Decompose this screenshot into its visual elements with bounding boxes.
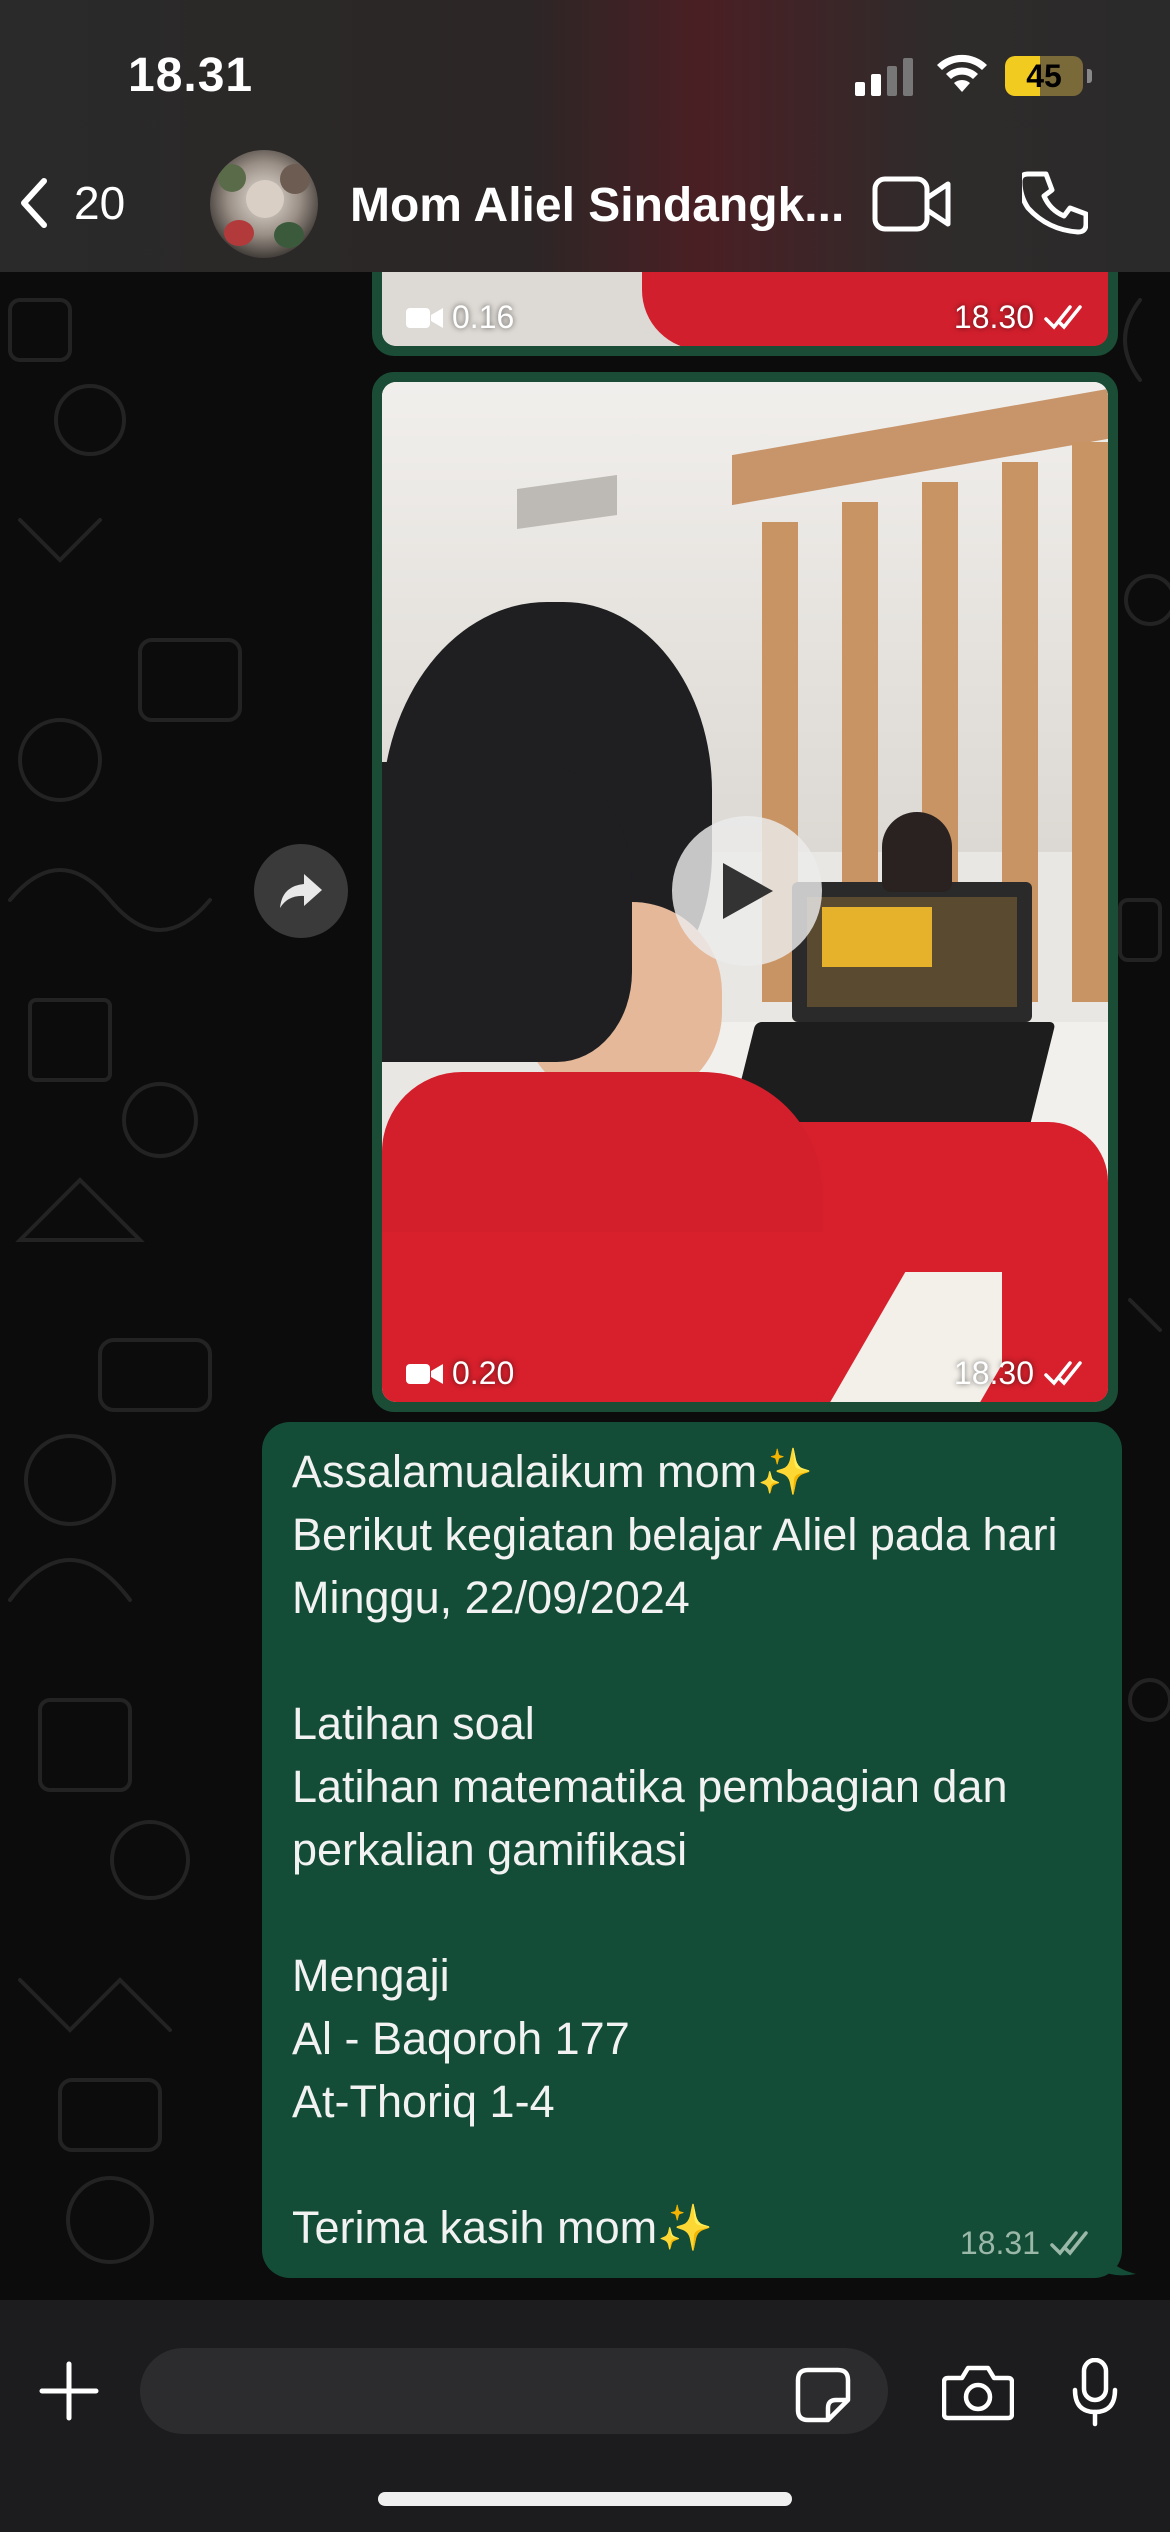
- message-time-text: 18.31: [959, 2225, 1040, 2261]
- contact-avatar[interactable]: [210, 150, 318, 258]
- microphone-icon[interactable]: [1072, 2358, 1118, 2428]
- bubble-tail: [1100, 2240, 1136, 2276]
- forward-icon: [280, 874, 322, 908]
- video-duration-1: 0.16: [406, 299, 514, 336]
- video-camera-icon: [406, 1363, 443, 1384]
- message-body: Assalamualaikum mom✨ Berikut kegiatan be…: [292, 1446, 1058, 2253]
- back-button[interactable]: 20: [20, 168, 170, 238]
- thumbnail-region: [382, 1072, 822, 1232]
- video-camera-icon: [406, 307, 443, 328]
- video-time-text: 18.30: [953, 1355, 1034, 1391]
- thumbnail-region: [1072, 442, 1108, 1002]
- wifi-icon: [937, 54, 987, 92]
- battery-level: 45: [1026, 58, 1062, 94]
- back-chevron-icon: [21, 178, 47, 228]
- forward-button[interactable]: [254, 844, 348, 938]
- unread-count: 20: [74, 177, 126, 229]
- message-timestamp: 18.31: [960, 2225, 1094, 2262]
- video-duration-text: 0.16: [452, 299, 515, 335]
- message-input[interactable]: [140, 2348, 888, 2434]
- play-icon: [723, 863, 773, 919]
- double-check-icon: [1050, 2230, 1088, 2256]
- video-timestamp-1: 18.30: [954, 299, 1088, 336]
- camera-icon[interactable]: [942, 2364, 1014, 2422]
- video-timestamp-2: 18.30: [954, 1355, 1088, 1392]
- play-button[interactable]: [672, 816, 822, 966]
- video-call-icon[interactable]: [872, 176, 952, 232]
- battery-indicator: 45: [1005, 56, 1083, 96]
- video-duration-2: 0.20: [406, 1355, 514, 1392]
- phone-icon[interactable]: [1022, 170, 1088, 236]
- thumbnail-region: [382, 762, 632, 1062]
- home-indicator[interactable]: [378, 2492, 792, 2506]
- double-check-icon: [1044, 304, 1082, 330]
- text-message[interactable]: Assalamualaikum mom✨ Berikut kegiatan be…: [262, 1422, 1122, 2278]
- thumbnail-region: [882, 812, 952, 892]
- sticker-icon[interactable]: [794, 2366, 852, 2424]
- cellular-signal-icon: [855, 58, 913, 96]
- top-bar: 18.31 45 20 Mom Aliel Sindangk...: [0, 0, 1170, 272]
- contact-name[interactable]: Mom Aliel Sindangk...: [350, 178, 844, 233]
- double-check-icon: [1044, 1360, 1082, 1386]
- plus-icon[interactable]: [38, 2360, 100, 2422]
- battery-nub: [1087, 69, 1092, 83]
- video-duration-text: 0.20: [452, 1355, 515, 1391]
- video-time-text: 18.30: [953, 299, 1034, 335]
- thumbnail-region: [822, 907, 932, 967]
- status-time: 18.31: [128, 49, 254, 102]
